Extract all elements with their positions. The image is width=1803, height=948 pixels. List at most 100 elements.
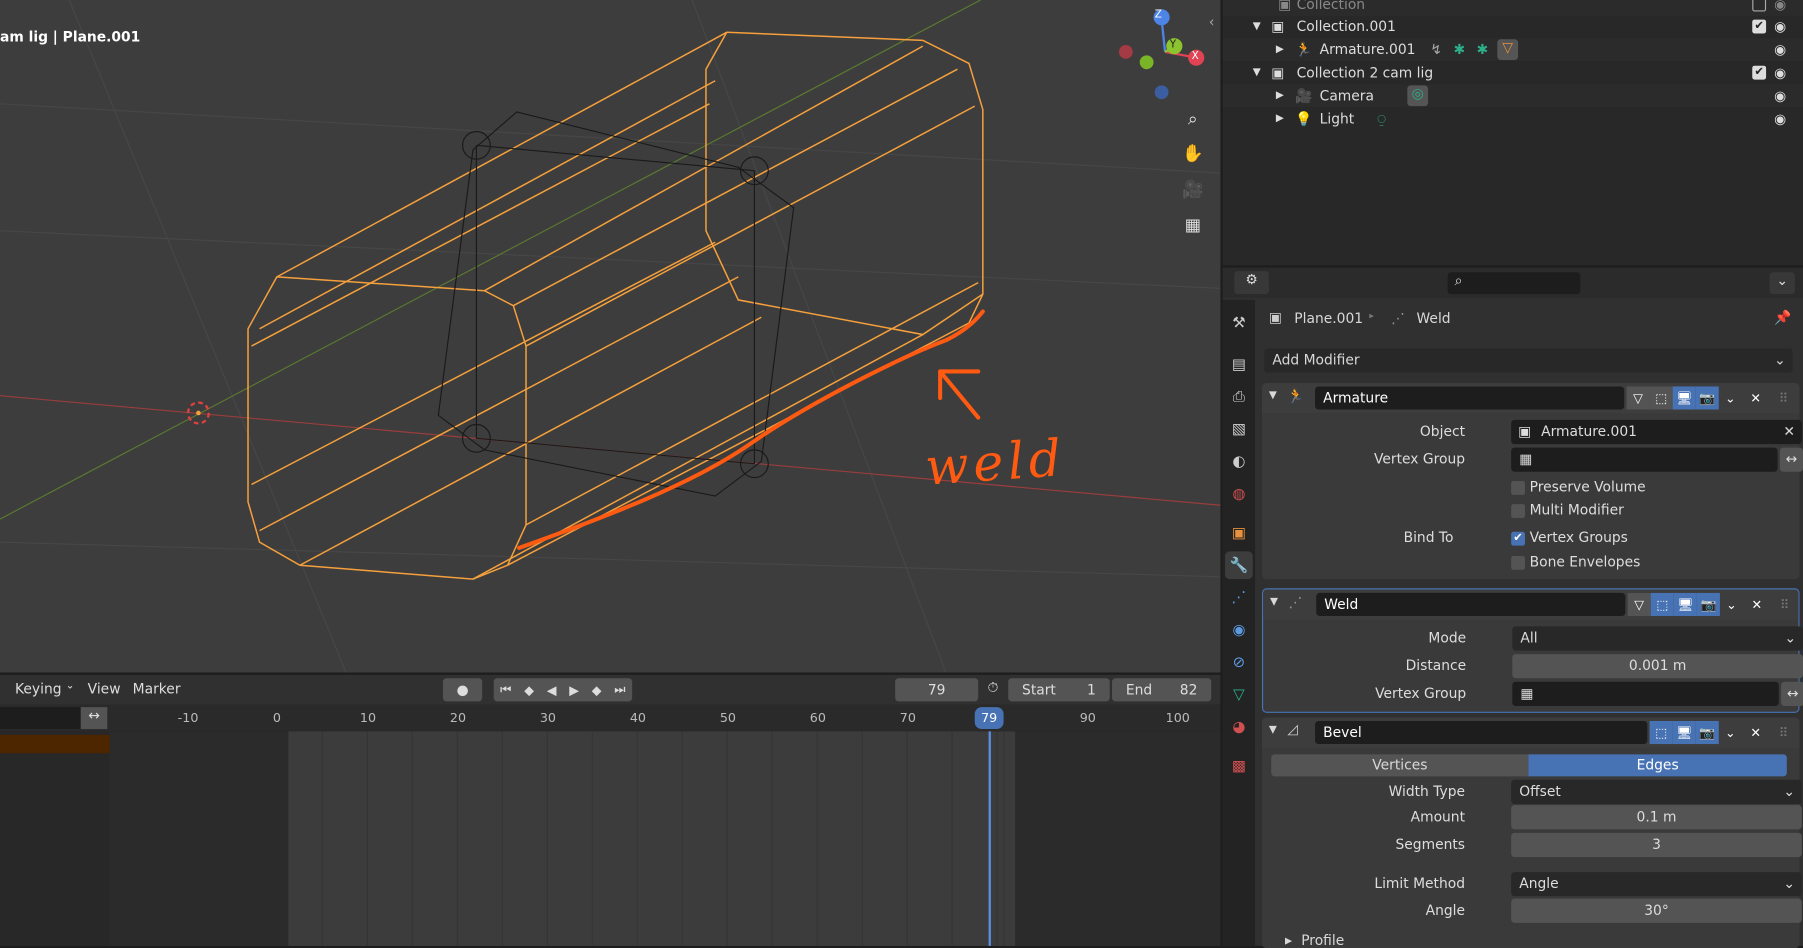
tab-vertices[interactable]: Vertices (1271, 754, 1529, 777)
expand-arrow-icon[interactable]: ▶ (1276, 44, 1284, 56)
gizmo-x-label[interactable]: X (1192, 51, 1199, 63)
record-button[interactable]: ● (442, 678, 483, 702)
editmode-icon[interactable]: ⬚ (1649, 386, 1673, 410)
playhead-line[interactable] (988, 731, 991, 946)
data-tab-icon[interactable]: ▽ (1225, 681, 1253, 709)
eye-icon[interactable]: ◉ (1774, 18, 1786, 34)
add-modifier-dropdown[interactable]: Add Modifier ⌄ (1264, 348, 1793, 373)
viewport-display-icon[interactable]: 🖥 (1673, 592, 1697, 616)
modifier-tab-icon[interactable]: 🔧 (1225, 551, 1253, 580)
expand-arrow-icon[interactable]: ▼ (1253, 67, 1261, 79)
vertex-group-field[interactable]: ▦ (1511, 447, 1778, 472)
physics-tab-icon[interactable]: ◉ (1225, 616, 1253, 644)
view-layer-tab-icon[interactable]: ▧ (1225, 415, 1253, 443)
collapse-arrow-icon[interactable]: ▼ (1269, 390, 1277, 402)
output-tab-icon[interactable]: ⎙ (1225, 383, 1253, 411)
outliner-row-collection-2-cam-lig[interactable]: ▼ ▣ Collection 2 cam lig ✔ ◉ (1223, 61, 1803, 84)
texture-tab-icon[interactable]: ▩ (1225, 752, 1253, 780)
editor-type-icon[interactable]: ⚙ (1234, 271, 1269, 295)
mode-dropdown[interactable]: All ⌄ (1512, 626, 1803, 651)
amount-field[interactable]: 0.1 m (1511, 805, 1802, 830)
swap-icon[interactable]: ↔ (80, 707, 108, 730)
outliner-row-camera[interactable]: ▶ 🎥 Camera ◎ ◉ (1222, 84, 1803, 108)
world-tab-icon[interactable]: ◍ (1225, 480, 1253, 508)
mesh-child-icon[interactable]: ▽ (1497, 39, 1519, 60)
playhead-frame-label[interactable]: 79 (974, 707, 1004, 730)
render-tab-icon[interactable]: ▤ (1225, 351, 1253, 379)
camera-view-icon[interactable]: 🎥 (1178, 174, 1208, 204)
distance-field[interactable]: 0.001 m (1512, 654, 1803, 679)
editmode-icon[interactable]: ⬚ (1650, 592, 1674, 616)
camera-data-icon[interactable]: ◎ (1407, 85, 1429, 107)
object-field[interactable]: Armature.001 ▣ ✕ (1511, 419, 1802, 445)
chevron-down-icon[interactable]: ⌄ (1719, 721, 1742, 744)
limit-method-dropdown[interactable]: Angle ⌄ (1511, 872, 1802, 897)
eye-icon[interactable]: ◉ (1774, 111, 1786, 127)
close-icon[interactable]: ✕ (1745, 593, 1768, 616)
vertex-group-field[interactable]: ▦ (1512, 681, 1779, 706)
exclude-checkbox[interactable]: ✔ (1752, 19, 1767, 34)
3d-viewport[interactable]: am lig | Plane.001 weld Z X Y ⌕ ✋ 🎥 ▦ ‹ (0, 0, 1221, 673)
gizmo-y-label[interactable]: Y (1170, 39, 1176, 51)
exclude-checkbox[interactable] (1752, 0, 1767, 12)
exclude-checkbox[interactable]: ✔ (1752, 65, 1767, 80)
expand-arrow-icon[interactable]: ▶ (1285, 936, 1292, 946)
zoom-icon[interactable]: ⌕ (1178, 104, 1208, 134)
options-chevron-icon[interactable]: ⌄ (1769, 272, 1795, 295)
armature-data-icon[interactable]: ✱ (1477, 42, 1489, 58)
object-tab-icon[interactable]: ▣ (1225, 519, 1253, 547)
modifier-icon[interactable]: ↯ (1430, 42, 1442, 58)
tool-tab-icon[interactable]: ⚒ (1225, 309, 1253, 337)
armature-name-field[interactable]: Armature (1315, 386, 1625, 410)
eye-icon[interactable]: ◉ (1774, 65, 1786, 81)
material-tab-icon[interactable]: ◕ (1225, 713, 1253, 741)
outliner-row-collection[interactable]: ▣ Collection ◉ (1222, 0, 1803, 17)
outliner-row-light[interactable]: ▶ 💡 Light ⍜ ◉ (1223, 107, 1803, 130)
segments-field[interactable]: 3 (1511, 832, 1802, 858)
viewport-display-icon[interactable]: 🖥 (1672, 720, 1696, 745)
current-frame-field[interactable]: 79 (895, 678, 979, 702)
expand-arrow-icon[interactable]: ▶ (1276, 90, 1284, 102)
drag-handle-icon[interactable]: ⠿ (1773, 593, 1796, 616)
chevron-down-icon[interactable]: ⌄ (1720, 593, 1743, 616)
editmode-icon[interactable]: ⬚ (1649, 720, 1673, 745)
play-reverse-icon[interactable]: ◀ (547, 682, 557, 697)
grid-ortho-icon[interactable]: ▦ (1178, 210, 1208, 240)
edit-cage-icon[interactable]: ▽ (1627, 592, 1651, 616)
eye-icon[interactable]: ◉ (1774, 88, 1786, 104)
invert-icon[interactable]: ↔ (1781, 681, 1803, 706)
weld-name-field[interactable]: Weld (1316, 592, 1626, 616)
drag-handle-icon[interactable]: ⠿ (1772, 721, 1795, 744)
menu-keying[interactable]: Keying (15, 681, 62, 697)
vertex-groups-checkbox[interactable]: ✔ (1511, 531, 1525, 546)
collapse-arrow-icon[interactable]: ▼ (1270, 596, 1278, 608)
chevron-down-icon[interactable]: ⌄ (1719, 386, 1742, 409)
play-icon[interactable]: ▶ (569, 682, 579, 697)
eye-icon[interactable]: ◉ (1774, 42, 1786, 58)
pin-icon[interactable]: 📌 (1774, 309, 1791, 325)
channel-row-summary[interactable] (0, 734, 110, 754)
collapse-arrow-icon[interactable]: ▼ (1269, 724, 1277, 736)
clear-icon[interactable]: ✕ (1783, 420, 1795, 444)
end-frame-field[interactable]: End 82 (1112, 678, 1212, 702)
viewport-display-icon[interactable]: 🖥 (1672, 386, 1696, 410)
timeline-ruler[interactable]: ↔ -10 0 10 20 30 40 50 60 70 90 100 79 (0, 704, 1221, 732)
jump-end-icon[interactable]: ⏭ (614, 682, 625, 698)
hand-pan-icon[interactable]: ✋ (1178, 138, 1208, 168)
scene-tab-icon[interactable]: ◐ (1225, 448, 1253, 476)
start-frame-field[interactable]: Start 1 (1008, 678, 1110, 702)
expand-arrow-icon[interactable]: ▼ (1253, 21, 1261, 33)
constraints-tab-icon[interactable]: ⊘ (1225, 648, 1253, 676)
multi-modifier-checkbox[interactable] (1511, 504, 1525, 518)
bevel-name-field[interactable]: Bevel (1315, 720, 1648, 745)
prev-keyframe-icon[interactable]: ◆ (524, 682, 534, 697)
pose-icon[interactable]: ✱ (1453, 42, 1465, 58)
tab-edges[interactable]: Edges (1528, 754, 1787, 777)
channel-search-field[interactable] (0, 707, 81, 730)
expand-arrow-icon[interactable]: ▶ (1276, 113, 1284, 125)
menu-view[interactable]: View (88, 681, 121, 697)
close-icon[interactable]: ✕ (1744, 386, 1767, 409)
preserve-volume-checkbox[interactable] (1511, 481, 1525, 495)
render-icon[interactable]: 📷 (1695, 720, 1719, 745)
jump-start-icon[interactable]: ⏮ (500, 682, 511, 698)
